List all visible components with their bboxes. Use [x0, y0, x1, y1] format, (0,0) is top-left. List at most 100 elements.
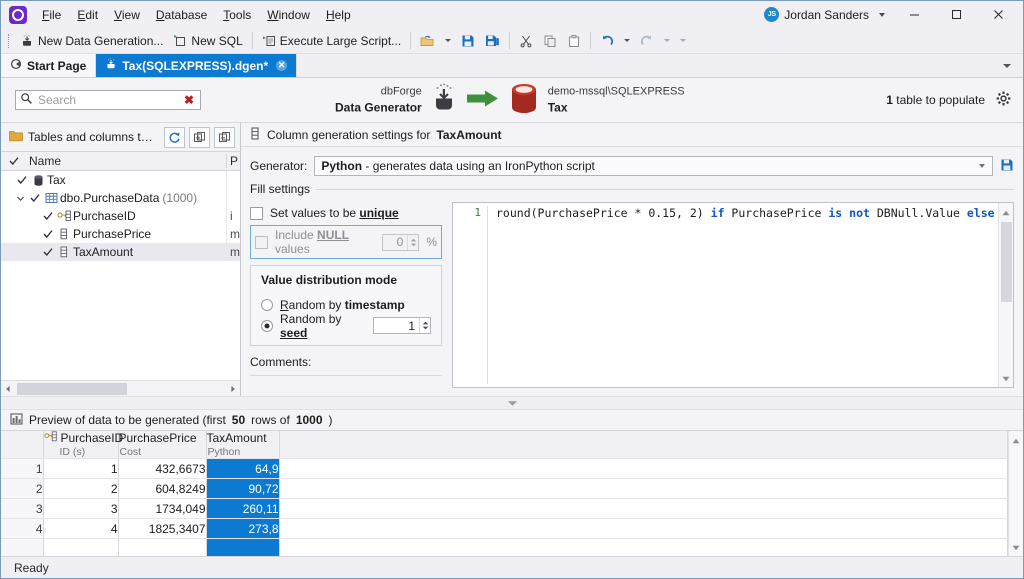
tree-twisty-purchasedata[interactable] [14, 194, 27, 203]
window-minimize-button[interactable] [893, 2, 935, 28]
cell-purchaseprice[interactable] [118, 538, 207, 556]
search-box[interactable]: Search ✖ [15, 90, 201, 110]
table-row[interactable] [1, 538, 1008, 556]
python-script-editor[interactable]: 1 round(PurchasePrice * 0.15, 2) if Purc… [452, 202, 1014, 388]
cell-taxamount[interactable]: 273,8 [206, 518, 280, 539]
seed-value-spinner[interactable]: 1 [372, 317, 431, 334]
menu-database[interactable]: Database [148, 4, 215, 26]
null-percent-spinner[interactable]: 0 [381, 233, 420, 251]
tab-list-dropdown-icon[interactable] [1003, 63, 1011, 68]
save-button[interactable] [456, 30, 480, 52]
column-header-purchaseid[interactable]: PurchaseID ID (s) [43, 431, 123, 459]
cell-purchaseid[interactable]: 2 [43, 478, 119, 499]
toolbar-grip[interactable] [8, 33, 11, 48]
chevron-down-icon[interactable] [979, 164, 985, 168]
spinner-buttons[interactable] [419, 318, 430, 333]
redo-dropdown-icon[interactable] [664, 39, 671, 42]
tree-item-purchasedata[interactable]: dbo.PurchaseData (1000) [1, 189, 240, 207]
cell-purchaseid[interactable]: 4 [43, 518, 119, 539]
copy-button[interactable] [538, 30, 562, 52]
grid-corner-cell[interactable] [1, 431, 44, 459]
scroll-left-icon[interactable] [1, 385, 15, 393]
scroll-right-icon[interactable] [226, 385, 240, 393]
row-number[interactable] [1, 538, 44, 556]
tree-item-taxamount[interactable]: TaxAmount m [1, 243, 240, 261]
tree-item-purchaseid[interactable]: PurchaseID i [1, 207, 240, 225]
table-row[interactable]: 4 4 1825,3407 273,8 [1, 518, 1008, 539]
paste-button[interactable] [562, 30, 586, 52]
refresh-button[interactable] [164, 126, 185, 148]
redo-button[interactable] [635, 30, 659, 52]
expand-all-button[interactable] [189, 126, 210, 148]
window-maximize-button[interactable] [935, 2, 977, 28]
save-all-button[interactable] [480, 30, 505, 52]
open-file-dropdown-icon[interactable] [445, 39, 452, 42]
tree-header-p[interactable]: P [226, 154, 240, 168]
undo-dropdown-icon[interactable] [624, 39, 631, 42]
scroll-thumb[interactable] [1000, 222, 1012, 302]
scroll-up-icon[interactable] [1002, 205, 1010, 219]
table-row[interactable]: 1 1 432,6673 64,9 [1, 458, 1008, 479]
tree-item-purchaseprice[interactable]: PurchasePrice m [1, 225, 240, 243]
tree-horizontal-scrollbar[interactable] [1, 380, 240, 396]
tree-checkbox-purchasedata[interactable] [27, 193, 42, 203]
toolbar-more-icon[interactable] [680, 39, 687, 42]
row-number[interactable]: 2 [1, 478, 44, 499]
menu-help[interactable]: Help [318, 4, 359, 26]
random-timestamp-radio[interactable] [261, 298, 273, 311]
tables-panel-title-button[interactable]: Tables and columns to p... [6, 130, 160, 145]
set-unique-row[interactable]: Set values to be unique [250, 202, 442, 224]
row-number[interactable]: 4 [1, 518, 44, 539]
scroll-down-icon[interactable] [1002, 371, 1010, 385]
tree-checkbox-taxamount[interactable] [40, 247, 55, 257]
random-seed-row[interactable]: Random by seed 1 [261, 312, 431, 340]
menu-file[interactable]: File [34, 4, 69, 26]
open-file-button[interactable] [415, 30, 440, 52]
tree-header-name[interactable]: Name [27, 154, 226, 168]
preview-vertical-scrollbar[interactable] [1008, 431, 1023, 556]
cell-purchaseprice[interactable]: 1825,3407 [118, 518, 207, 539]
null-percent-value[interactable]: 0 [383, 235, 408, 249]
menu-window[interactable]: Window [259, 4, 318, 26]
new-data-generation-button[interactable]: New Data Generation... [15, 30, 168, 52]
window-close-button[interactable] [977, 2, 1019, 28]
spinner-buttons[interactable] [407, 234, 418, 250]
settings-gear-button[interactable] [996, 91, 1011, 109]
tree-checkbox-purchaseid[interactable] [40, 211, 55, 221]
undo-button[interactable] [595, 30, 619, 52]
tab-start-page[interactable]: Start Page [1, 54, 97, 77]
menu-view[interactable]: View [106, 4, 148, 26]
table-row[interactable]: 3 3 1734,049 260,11 [1, 498, 1008, 519]
cell-taxamount[interactable]: 90,72 [206, 478, 280, 499]
tree-item-tax[interactable]: Tax [1, 171, 240, 189]
tab-close-icon[interactable]: ✕ [276, 60, 288, 71]
column-header-purchaseprice[interactable]: PurchasePrice Cost [118, 431, 207, 459]
include-null-checkbox[interactable] [255, 235, 268, 249]
row-number[interactable]: 3 [1, 498, 44, 519]
save-generator-button[interactable] [1000, 158, 1014, 175]
table-row[interactable]: 2 2 604,8249 90,72 [1, 478, 1008, 499]
menu-tools[interactable]: Tools [215, 4, 259, 26]
user-account-button[interactable]: JS Jordan Sanders [760, 7, 873, 22]
editor-vertical-scrollbar[interactable] [998, 203, 1013, 387]
scroll-thumb[interactable] [17, 382, 127, 395]
cell-purchaseid[interactable]: 3 [43, 498, 119, 519]
new-sql-button[interactable]: New SQL [168, 30, 247, 52]
tree-checkbox-purchaseprice[interactable] [40, 229, 55, 239]
tree-select-all-checkbox[interactable] [1, 156, 27, 166]
cell-purchaseprice[interactable]: 1734,049 [118, 498, 207, 519]
row-number[interactable]: 1 [1, 458, 44, 479]
cell-taxamount[interactable] [206, 538, 280, 556]
horizontal-splitter[interactable] [1, 396, 1023, 410]
scroll-down-icon[interactable] [1012, 540, 1020, 554]
seed-value[interactable]: 1 [374, 319, 419, 333]
editor-code[interactable]: round(PurchasePrice * 0.15, 2) if Purcha… [488, 203, 998, 387]
tree-checkbox-tax[interactable] [14, 175, 29, 185]
collapse-all-button[interactable] [214, 126, 235, 148]
include-null-row[interactable]: Include NULL values 0 % [250, 225, 442, 259]
generator-select[interactable]: Python - generates data using an IronPyt… [314, 156, 993, 176]
random-seed-radio[interactable] [261, 319, 273, 332]
scroll-track[interactable] [15, 382, 226, 396]
search-input[interactable]: Search [38, 93, 177, 107]
column-header-taxamount[interactable]: TaxAmount Python [206, 431, 280, 459]
